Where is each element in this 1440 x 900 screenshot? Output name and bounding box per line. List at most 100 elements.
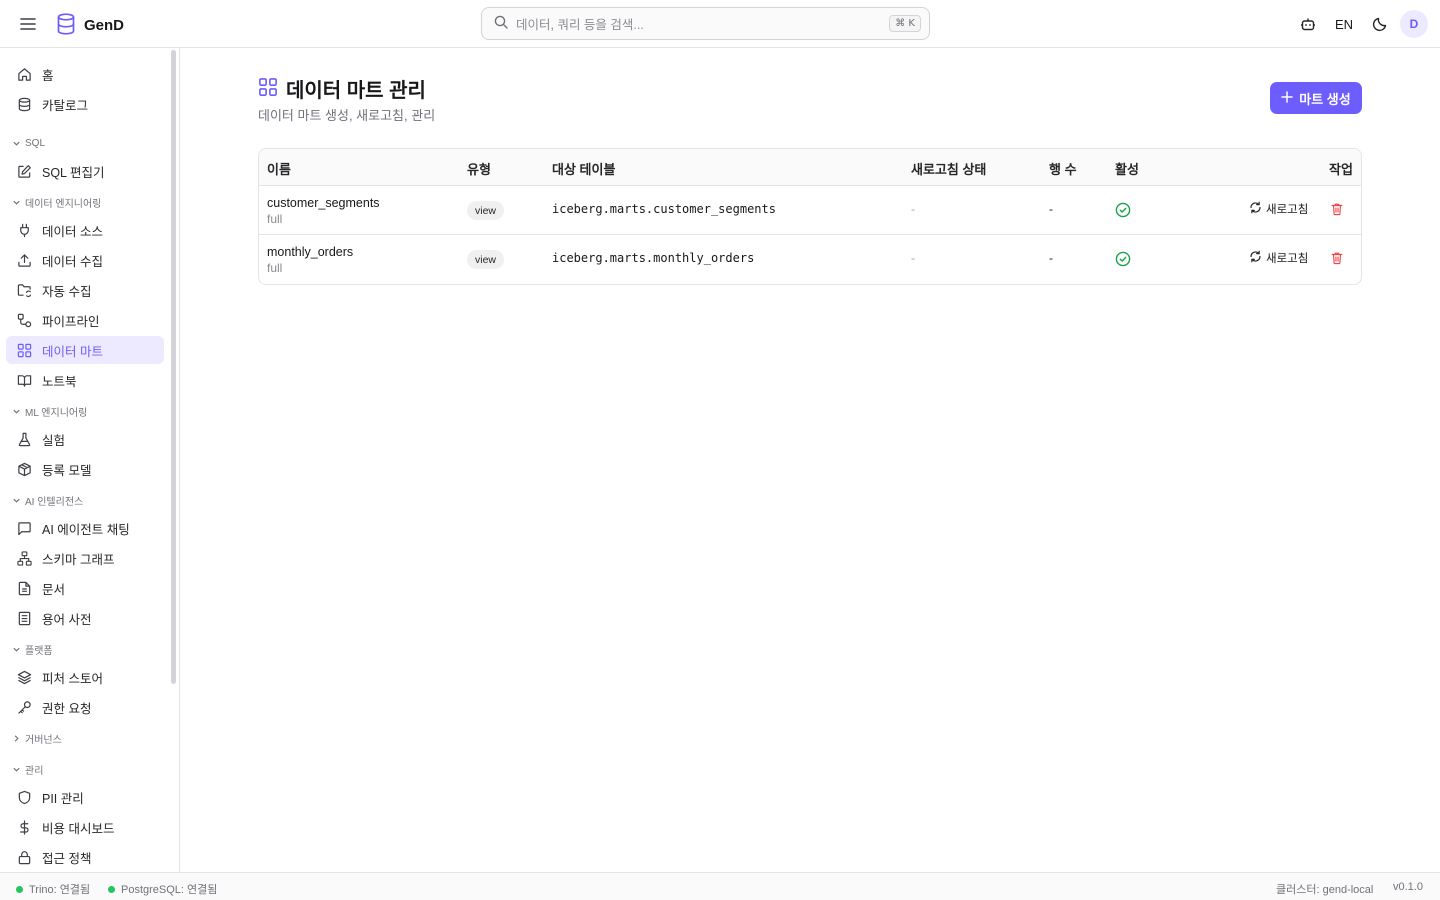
section-governance[interactable]: 거버넌스	[12, 730, 62, 746]
network-icon	[16, 550, 32, 566]
postgres-status: PostgreSQL: 연결됨	[108, 881, 217, 897]
sidebar-item-schema-graph[interactable]: 스키마 그래프	[6, 544, 164, 572]
trash-icon[interactable]	[1330, 251, 1344, 265]
sidebar-item-access-requests[interactable]: 권한 요청	[6, 693, 164, 721]
col-actions: 작업	[1329, 162, 1353, 177]
file-icon	[16, 580, 32, 596]
bot-icon[interactable]	[1294, 10, 1322, 38]
refresh-icon	[1249, 201, 1262, 217]
section-sql[interactable]: SQL	[12, 135, 45, 151]
sidebar-item-glossary[interactable]: 용어 사전	[6, 604, 164, 632]
search-icon	[494, 15, 508, 32]
menu-icon[interactable]	[18, 14, 38, 34]
top-header: GenD 데이터, 쿼리 등을 검색... ⌘ K EN D	[0, 0, 1440, 48]
mart-mode: full	[267, 261, 283, 275]
shield-icon	[16, 789, 32, 805]
trino-status: Trino: 연결됨	[16, 881, 90, 897]
check-circle-icon	[1115, 202, 1131, 218]
plus-icon	[1281, 90, 1294, 106]
sidebar-item-home[interactable]: 홈	[6, 60, 164, 88]
mart-name: monthly_orders	[267, 245, 354, 259]
sidebar-item-documents[interactable]: 문서	[6, 574, 164, 602]
col-type: 유형	[467, 162, 491, 177]
section-platform[interactable]: 플랫폼	[12, 641, 53, 657]
sidebar-item-data-ingestion[interactable]: 데이터 수집	[6, 246, 164, 274]
database-logo-icon	[56, 13, 76, 38]
col-row-count: 행 수	[1049, 162, 1077, 177]
target-table: iceberg.marts.monthly_orders	[552, 251, 755, 265]
sidebar-item-data-marts[interactable]: 데이터 마트	[6, 336, 164, 364]
sidebar-item-notebooks[interactable]: 노트북	[6, 366, 164, 394]
section-admin[interactable]: 관리	[12, 761, 43, 777]
marts-table: 이름 유형 대상 테이블 새로고침 상태 행 수 활성 작업 customer_…	[258, 148, 1362, 285]
sidebar-item-cost-dashboard[interactable]: 비용 대시보드	[6, 813, 164, 841]
type-badge: view	[467, 250, 505, 269]
target-table: iceberg.marts.customer_segments	[552, 202, 776, 216]
search-shortcut: ⌘ K	[889, 15, 921, 32]
folder-sync-icon	[16, 282, 32, 298]
refresh-button[interactable]: 새로고침	[1249, 250, 1308, 266]
flask-icon	[16, 431, 32, 447]
section-ml-engineering[interactable]: ML 엔지니어링	[12, 403, 87, 419]
dictionary-icon	[16, 610, 32, 626]
language-toggle[interactable]: EN	[1330, 17, 1358, 32]
col-refresh-status: 새로고침 상태	[911, 162, 987, 177]
refresh-icon	[1249, 250, 1262, 266]
table-row[interactable]: monthly_orders full view iceberg.marts.m…	[259, 235, 1361, 284]
package-icon	[16, 461, 32, 477]
sidebar-item-sql-editor[interactable]: SQL 편집기	[6, 157, 164, 185]
grid-icon	[16, 342, 32, 358]
sidebar-item-registered-models[interactable]: 등록 모델	[6, 455, 164, 483]
sidebar-item-ai-agent-chat[interactable]: AI 에이전트 채팅	[6, 514, 164, 542]
chevron-down-icon	[12, 642, 21, 657]
user-avatar[interactable]: D	[1400, 10, 1428, 38]
sidebar-item-experiments[interactable]: 실험	[6, 425, 164, 453]
sidebar-item-data-sources[interactable]: 데이터 소스	[6, 216, 164, 244]
sidebar-item-feature-store[interactable]: 피처 스토어	[6, 663, 164, 691]
grid-icon	[258, 77, 278, 100]
chevron-right-icon	[12, 731, 21, 746]
plug-icon	[16, 222, 32, 238]
search-input[interactable]: 데이터, 쿼리 등을 검색...	[516, 14, 889, 33]
dollar-icon	[16, 819, 32, 835]
sidebar-scrollbar[interactable]	[171, 50, 176, 684]
chevron-down-icon	[12, 404, 21, 419]
database-icon	[16, 96, 32, 112]
section-data-engineering[interactable]: 데이터 엔지니어링	[12, 194, 101, 210]
edit-icon	[16, 163, 32, 179]
app-name: GenD	[84, 17, 125, 34]
key-icon	[16, 699, 32, 715]
col-active: 활성	[1115, 162, 1139, 177]
trash-icon[interactable]	[1330, 202, 1344, 216]
page-subtitle: 데이터 마트 생성, 새로고침, 관리	[258, 108, 436, 123]
home-icon	[16, 66, 32, 82]
section-ai-intelligence[interactable]: AI 인텔리전스	[12, 492, 83, 508]
sidebar-item-pipelines[interactable]: 파이프라인	[6, 306, 164, 334]
layers-icon	[16, 669, 32, 685]
table-header: 이름 유형 대상 테이블 새로고침 상태 행 수 활성 작업	[259, 149, 1361, 186]
sidebar-item-access-policy[interactable]: 접근 정책	[6, 843, 164, 871]
refresh-status: -	[911, 202, 915, 216]
app-logo[interactable]: GenD	[56, 13, 124, 38]
sidebar-item-auto-ingestion[interactable]: 자동 수집	[6, 276, 164, 304]
type-badge: view	[467, 201, 505, 220]
col-name: 이름	[267, 162, 291, 177]
version-label: v0.1.0	[1393, 881, 1423, 893]
status-dot	[108, 885, 115, 893]
sidebar-item-pii-management[interactable]: PII 관리	[6, 783, 164, 811]
chat-icon	[16, 520, 32, 536]
sidebar-item-catalog[interactable]: 카탈로그	[6, 90, 164, 118]
table-row[interactable]: customer_segments full view iceberg.mart…	[259, 186, 1361, 235]
mart-name: customer_segments	[267, 196, 380, 210]
refresh-button[interactable]: 새로고침	[1249, 201, 1308, 217]
check-circle-icon	[1115, 251, 1131, 267]
status-bar: Trino: 연결됨 PostgreSQL: 연결됨 클러스터: gend-lo…	[0, 872, 1440, 900]
create-mart-button[interactable]: 마트 생성	[1270, 82, 1362, 114]
cluster-label: 클러스터: gend-local	[1276, 884, 1374, 896]
global-search[interactable]: 데이터, 쿼리 등을 검색... ⌘ K	[481, 7, 930, 40]
chevron-down-icon	[12, 136, 21, 151]
sidebar: 홈 카탈로그 SQL SQL 편집기 데이터 엔지니어링 데이터 소스 데이터 …	[0, 48, 180, 872]
row-count: -	[1049, 251, 1053, 265]
moon-icon[interactable]	[1366, 10, 1394, 38]
status-dot	[16, 885, 23, 893]
